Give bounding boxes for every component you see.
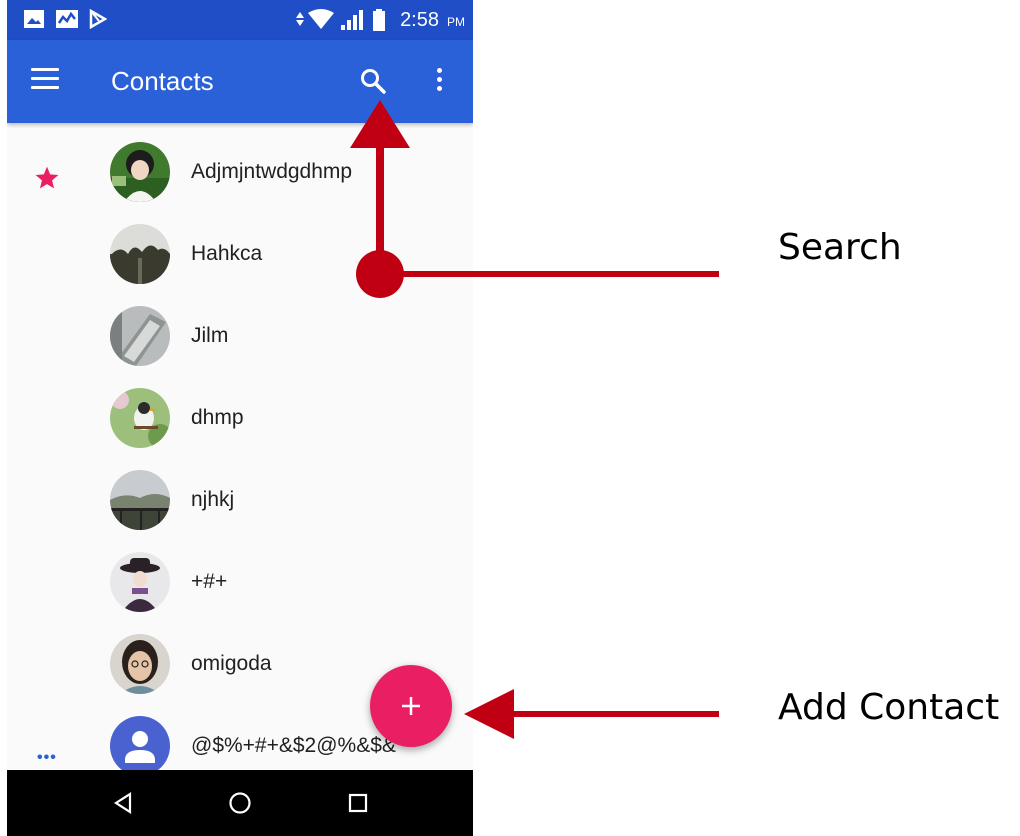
data-activity-icon: [296, 12, 304, 26]
overflow-menu-icon[interactable]: [435, 68, 443, 94]
status-ampm: PM: [447, 15, 465, 29]
menu-icon[interactable]: [31, 68, 59, 92]
contact-name: Jilm: [191, 324, 229, 347]
recents-icon[interactable]: [346, 790, 370, 816]
contact-row[interactable]: njhkj: [7, 459, 473, 541]
search-icon[interactable]: [359, 67, 387, 95]
phone-screen: 2:58 PM Contacts Adjmjntwdgdhmp Hahkca J…: [7, 0, 473, 836]
contact-avatar: [110, 470, 170, 530]
add-icon: [402, 697, 420, 715]
app-title: Contacts: [111, 66, 214, 96]
home-icon[interactable]: [227, 790, 253, 816]
contact-name: omigoda: [191, 652, 272, 675]
contact-row[interactable]: Hahkca: [7, 213, 473, 295]
battery-icon: [373, 9, 385, 31]
contact-row[interactable]: Adjmjntwdgdhmp: [7, 131, 473, 213]
contact-avatar: [110, 388, 170, 448]
more-contacts-icon: •••: [37, 749, 57, 766]
default-avatar-icon: [110, 716, 170, 776]
contact-name: +#+: [191, 570, 228, 593]
contact-name: @$%+#+&$2@%&$&: [191, 734, 396, 757]
search-annotation-label: Search: [778, 227, 902, 268]
status-time: 2:58: [400, 9, 439, 31]
contact-avatar: [110, 306, 170, 366]
contact-avatar: [110, 552, 170, 612]
contact-row[interactable]: Jilm: [7, 295, 473, 377]
signal-icon: [341, 10, 363, 30]
wifi-icon: [308, 9, 334, 29]
contact-row[interactable]: +#+: [7, 541, 473, 623]
gallery-notification-icon: [24, 10, 44, 28]
star-icon[interactable]: [34, 165, 60, 191]
contact-name: Hahkca: [191, 242, 263, 265]
contact-name: dhmp: [191, 406, 244, 429]
status-bar: 2:58 PM: [7, 0, 473, 40]
contact-row[interactable]: dhmp: [7, 377, 473, 459]
contact-avatar: [110, 224, 170, 284]
add-contact-annotation-label: Add Contact: [778, 687, 1000, 728]
contact-avatar: [110, 142, 170, 202]
play-store-notification-icon: [89, 9, 107, 29]
back-icon[interactable]: [111, 790, 135, 816]
navigation-bar: [7, 770, 473, 836]
chart-notification-icon: [56, 10, 78, 28]
contact-avatar: [110, 634, 170, 694]
add-contact-button[interactable]: [370, 665, 452, 747]
app-bar: Contacts: [7, 40, 473, 123]
contact-name: njhkj: [191, 488, 235, 511]
contact-name: Adjmjntwdgdhmp: [191, 160, 353, 183]
